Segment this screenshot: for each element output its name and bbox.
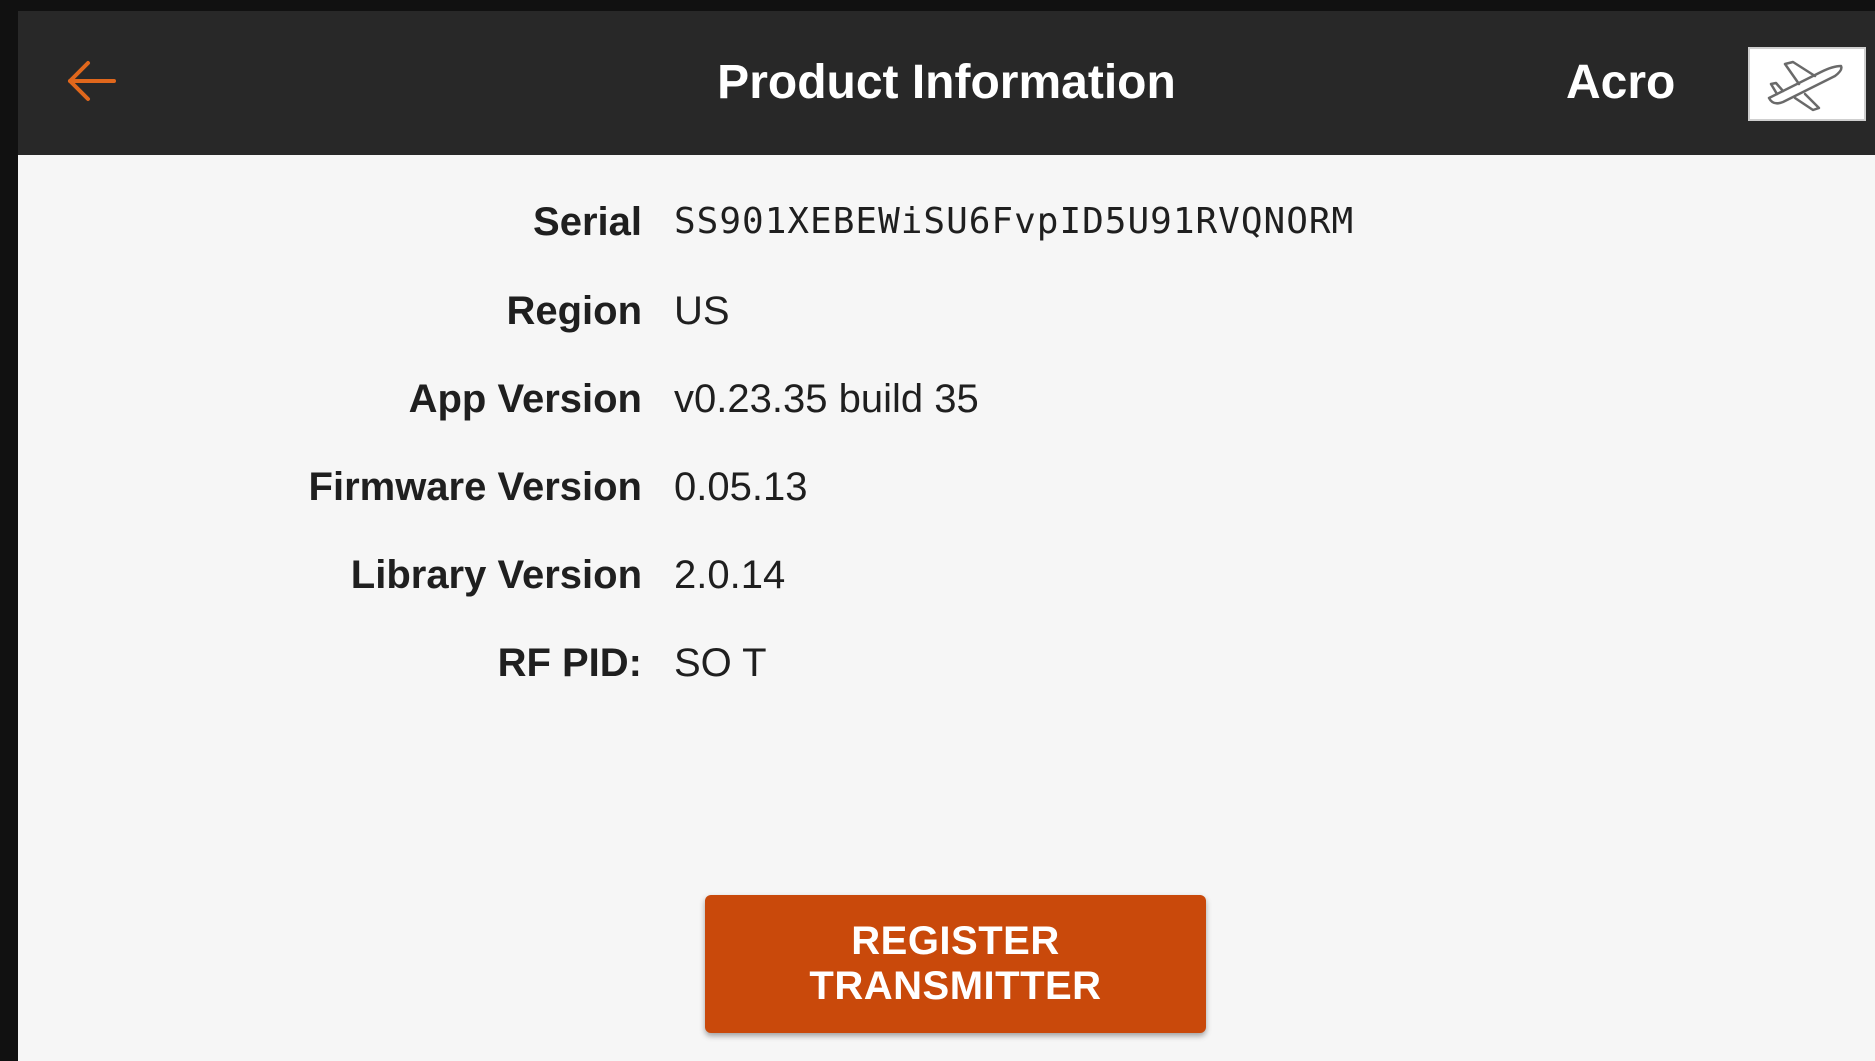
serial-value: SS901XEBEWiSU6FvpID5U91RVQNORM bbox=[674, 201, 1355, 242]
screen: Product Information Acro Serial SS901XEB… bbox=[0, 0, 1875, 1061]
rf-pid-value: SO T bbox=[674, 641, 767, 685]
top-app-bar: Product Information Acro bbox=[18, 11, 1875, 155]
region-label: Region bbox=[506, 289, 642, 333]
serial-label: Serial bbox=[533, 200, 642, 244]
app-version-label: App Version bbox=[408, 377, 642, 421]
app-version-value: v0.23.35 build 35 bbox=[674, 377, 979, 421]
library-version-label: Library Version bbox=[350, 553, 642, 597]
register-transmitter-button[interactable]: REGISTER TRANSMITTER bbox=[705, 895, 1206, 1033]
airplane-icon bbox=[1767, 60, 1843, 112]
model-type-button[interactable] bbox=[1748, 47, 1866, 121]
model-name: Acro bbox=[1566, 56, 1676, 109]
library-version-value: 2.0.14 bbox=[674, 553, 786, 597]
firmware-version-value: 0.05.13 bbox=[674, 465, 808, 509]
rf-pid-label: RF PID: bbox=[497, 641, 642, 685]
firmware-version-label: Firmware Version bbox=[308, 465, 642, 509]
region-value: US bbox=[674, 289, 730, 333]
